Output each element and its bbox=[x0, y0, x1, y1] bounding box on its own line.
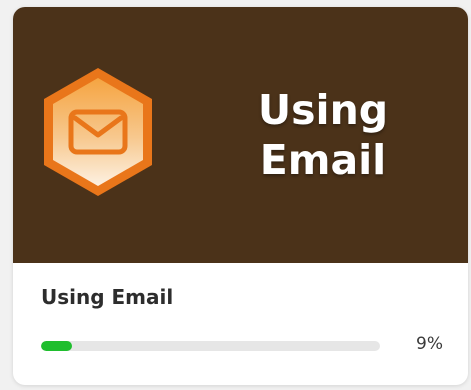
course-badge bbox=[39, 64, 157, 200]
course-title[interactable]: Using Email bbox=[41, 285, 173, 309]
progress-bar bbox=[41, 341, 380, 351]
course-banner: Using Email bbox=[13, 7, 468, 263]
progress-percent: 9% bbox=[416, 334, 443, 354]
envelope-icon bbox=[44, 68, 152, 196]
banner-title: Using Email bbox=[223, 85, 423, 185]
banner-title-line1: Using bbox=[257, 86, 389, 134]
course-card[interactable]: Using Email Using Email 9% bbox=[13, 7, 468, 385]
progress-bar-fill bbox=[41, 341, 72, 351]
banner-title-line2: Email bbox=[259, 136, 387, 184]
